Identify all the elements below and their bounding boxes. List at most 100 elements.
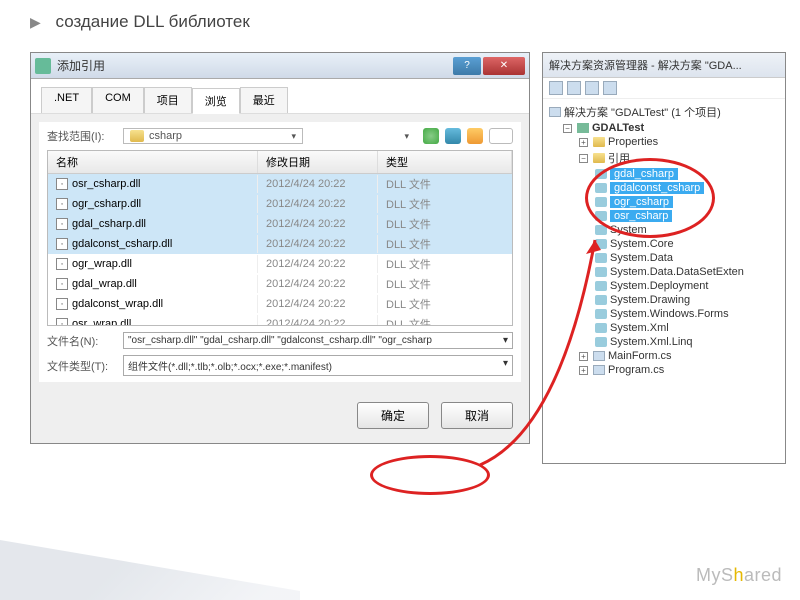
dll-icon: ◦ [56,178,68,190]
reference-node[interactable]: System [547,223,781,237]
reference-icon [595,337,607,347]
reference-icon [595,183,607,193]
tab-1[interactable]: COM [92,87,144,113]
add-reference-dialog: 添加引用 ? ✕ .NETCOM项目浏览最近 查找范围(I): csharp ▾… [30,52,530,444]
search-label: 查找范围(I): [47,128,117,144]
reference-icon [595,309,607,319]
reference-icon [595,169,607,179]
expand-icon[interactable]: + [579,138,588,147]
filename-value: "osr_csharp.dll" "gdal_csharp.dll" "gdal… [128,335,432,346]
reference-icon [595,211,607,221]
panel-toolbar [543,78,785,99]
file-list[interactable]: 名称 修改日期 类型 ◦osr_csharp.dll2012/4/24 20:2… [47,150,513,326]
expand-icon[interactable]: + [579,352,588,361]
reference-node[interactable]: gdalconst_csharp [547,181,781,195]
solution-tree[interactable]: 解决方案 "GDALTest" (1 个项目) − GDALTest + Pro… [543,99,785,381]
file-row[interactable]: ◦gdal_csharp.dll2012/4/24 20:22DLL 文件 [48,214,512,234]
csharp-file-icon [593,351,605,361]
annotation-circle-icon [370,455,490,495]
tabs-row: .NETCOM项目浏览最近 [31,79,529,114]
slide-title-text: создание DLL библиотек [56,12,250,31]
folder-combo[interactable]: csharp ▾ [123,128,303,144]
toolbar-icon[interactable] [603,81,617,95]
reference-icon [595,281,607,291]
expand-icon[interactable]: + [579,366,588,375]
column-headers[interactable]: 名称 修改日期 类型 [48,151,512,174]
file-row[interactable]: ◦gdalconst_wrap.dll2012/4/24 20:22DLL 文件 [48,294,512,314]
collapse-icon[interactable]: − [563,124,572,133]
tab-3[interactable]: 浏览 [192,88,240,114]
reference-node[interactable]: System.Core [547,237,781,251]
column-name[interactable]: 名称 [48,151,258,173]
cancel-button[interactable]: 取消 [441,402,513,429]
toolbar-icon[interactable] [549,81,563,95]
reference-icon [595,225,607,235]
column-type[interactable]: 类型 [378,151,512,173]
dll-icon: ◦ [56,318,68,326]
tab-2[interactable]: 项目 [144,87,192,113]
file-node[interactable]: +Program.cs [547,363,781,377]
dll-icon: ◦ [56,298,68,310]
view-mode-icon[interactable] [489,128,513,144]
ok-button[interactable]: 确定 [357,402,429,429]
chevron-down-icon[interactable]: ▾ [503,335,508,346]
folder-icon [593,137,605,147]
solution-explorer: 解决方案资源管理器 - 解决方案 "GDA... 解决方案 "GDALTest"… [542,52,786,464]
reference-node[interactable]: osr_csharp [547,209,781,223]
solution-icon [549,107,561,117]
reference-node[interactable]: System.Data.DataSetExten [547,265,781,279]
file-row[interactable]: ◦ogr_wrap.dll2012/4/24 20:22DLL 文件 [48,254,512,274]
tab-4[interactable]: 最近 [240,87,288,113]
filename-input[interactable]: "osr_csharp.dll" "gdal_csharp.dll" "gdal… [123,332,513,349]
toolbar-icon[interactable] [567,81,581,95]
slide-title: ▶ создание DLL библиотек [30,12,250,32]
reference-icon [595,197,607,207]
filetype-value: 组件文件(*.dll;*.tlb;*.olb;*.ocx;*.exe;*.man… [128,358,332,373]
reference-icon [595,267,607,277]
dialog-titlebar[interactable]: 添加引用 ? ✕ [31,53,529,79]
chevron-down-icon[interactable]: ▾ [503,358,508,373]
reference-node[interactable]: System.Xml [547,321,781,335]
tab-0[interactable]: .NET [41,87,92,113]
reference-icon [595,239,607,249]
filetype-label: 文件类型(T): [47,358,117,374]
file-row[interactable]: ◦ogr_csharp.dll2012/4/24 20:22DLL 文件 [48,194,512,214]
up-icon[interactable] [445,128,461,144]
reference-node[interactable]: System.Windows.Forms [547,307,781,321]
dialog-title: 添加引用 [57,57,451,74]
reference-icon [595,295,607,305]
chevron-down-icon[interactable]: ▾ [404,131,409,142]
reference-node[interactable]: gdal_csharp [547,167,781,181]
file-row[interactable]: ◦gdalconst_csharp.dll2012/4/24 20:22DLL … [48,234,512,254]
reference-icon [595,323,607,333]
file-row[interactable]: ◦osr_wrap.dll2012/4/24 20:22DLL 文件 [48,314,512,326]
reference-node[interactable]: ogr_csharp [547,195,781,209]
dll-icon: ◦ [56,218,68,230]
column-date[interactable]: 修改日期 [258,151,378,173]
finder-toolbar [423,128,513,144]
new-folder-icon[interactable] [467,128,483,144]
filename-label: 文件名(N): [47,333,117,349]
back-icon[interactable] [423,128,439,144]
solution-node[interactable]: 解决方案 "GDALTest" (1 个项目) [547,103,781,121]
filetype-select[interactable]: 组件文件(*.dll;*.tlb;*.olb;*.ocx;*.exe;*.man… [123,355,513,376]
dialog-icon [35,58,51,74]
csharp-file-icon [593,365,605,375]
dll-icon: ◦ [56,278,68,290]
properties-node[interactable]: + Properties [547,135,781,149]
file-row[interactable]: ◦osr_csharp.dll2012/4/24 20:22DLL 文件 [48,174,512,194]
folder-icon [130,130,144,142]
reference-node[interactable]: System.Deployment [547,279,781,293]
toolbar-icon[interactable] [585,81,599,95]
reference-node[interactable]: System.Data [547,251,781,265]
project-node[interactable]: − GDALTest [547,121,781,135]
file-node[interactable]: +MainForm.cs [547,349,781,363]
reference-node[interactable]: System.Drawing [547,293,781,307]
references-node[interactable]: − 引用 [547,149,781,167]
reference-node[interactable]: System.Xml.Linq [547,335,781,349]
chevron-down-icon: ▾ [291,131,296,142]
help-button[interactable]: ? [453,57,481,75]
collapse-icon[interactable]: − [579,154,588,163]
close-button[interactable]: ✕ [483,57,525,75]
file-row[interactable]: ◦gdal_wrap.dll2012/4/24 20:22DLL 文件 [48,274,512,294]
